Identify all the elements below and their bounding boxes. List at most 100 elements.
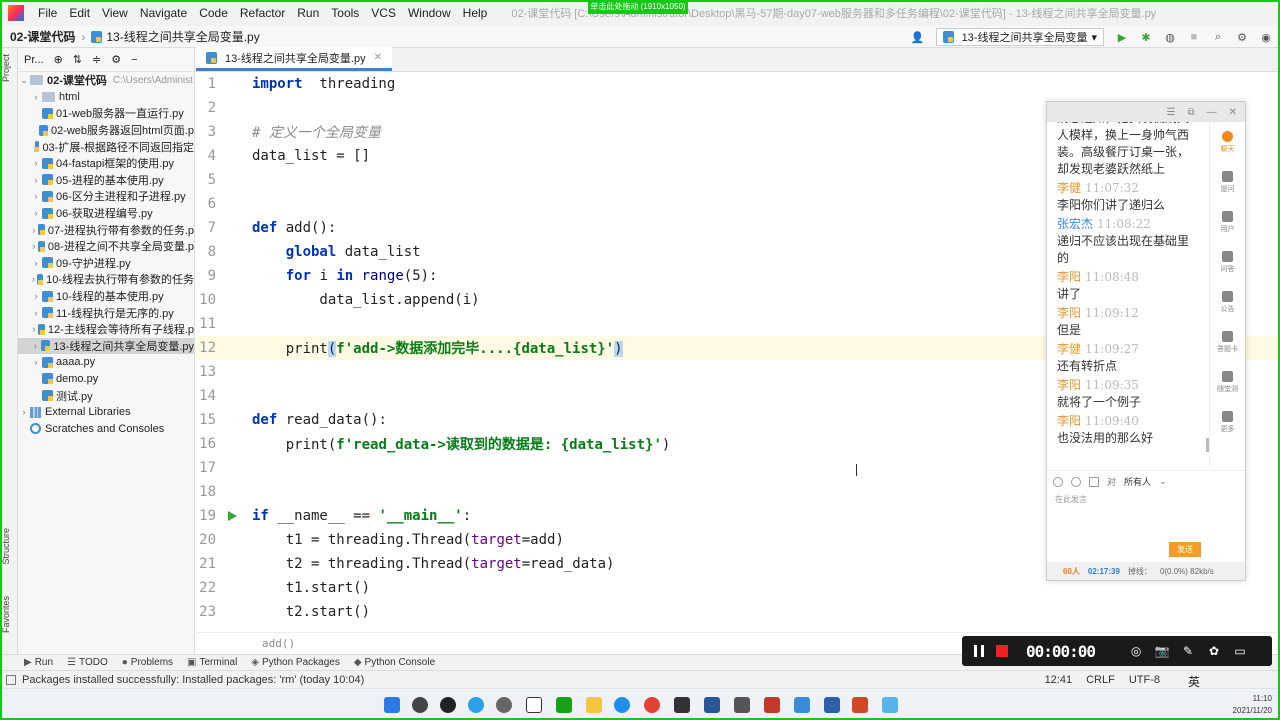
chat-side-tab[interactable]: 提问 (1210, 162, 1245, 202)
gutter-cell[interactable] (216, 240, 252, 264)
tree-file[interactable]: › 11-线程执行是无序的.py (18, 304, 194, 321)
favorites-tool-tab[interactable]: Favorites (1, 596, 11, 633)
comment-icon[interactable] (1071, 476, 1081, 487)
tree-file[interactable]: › 04-fastapi框架的使用.py (18, 155, 194, 172)
tree-file[interactable]: › 09-守护进程.py (18, 255, 194, 272)
tree-file[interactable]: › 12-主线程会等待所有子线程.p (18, 321, 194, 338)
gutter-cell[interactable] (216, 480, 252, 504)
bottom-tool-problems[interactable]: ● Problems (122, 657, 173, 668)
chat-sender[interactable]: 李健 (1057, 342, 1081, 356)
chevron-right-icon[interactable]: › (30, 191, 42, 201)
tree-file[interactable]: › 06-区分主进程和子进程.py (18, 188, 194, 205)
ime-indicator[interactable]: 英 (1188, 673, 1200, 690)
status-square-icon[interactable] (6, 674, 16, 685)
chat-sender[interactable]: 李阳 (1057, 378, 1081, 392)
camera-icon[interactable]: 📷 (1155, 644, 1170, 658)
chat-sender[interactable]: 李阳 (1057, 414, 1081, 428)
recorder-icon[interactable] (764, 697, 780, 713)
line-separator[interactable]: CRLF (1086, 674, 1115, 686)
tree-file[interactable]: › 07-进程执行带有参数的任务.p (18, 221, 194, 238)
status-message[interactable]: Packages installed successfully: Install… (22, 674, 364, 686)
minimize-icon[interactable]: — (1207, 107, 1217, 118)
tree-file[interactable]: 03-扩展-根据路径不同返回指定 (18, 138, 194, 155)
collapse-all-icon[interactable]: ⇅ (73, 53, 82, 66)
powerpoint-icon[interactable] (852, 697, 868, 713)
target-icon[interactable]: ⊕ (54, 53, 63, 66)
gutter-cell[interactable] (216, 528, 252, 552)
chat-sender[interactable]: 李健 (1057, 181, 1081, 195)
edge-icon[interactable] (614, 697, 630, 713)
chevron-right-icon[interactable]: › (30, 324, 38, 334)
chevron-right-icon[interactable]: › (30, 208, 42, 218)
bottom-tool-terminal[interactable]: ▣ Terminal (187, 657, 237, 668)
coverage-icon[interactable]: ◍ (1164, 31, 1176, 44)
chat-side-tab[interactable]: 更多 (1210, 402, 1245, 442)
tree-file[interactable]: › 06-获取进程编号.py (18, 205, 194, 222)
chevron-right-icon[interactable]: › (30, 291, 42, 301)
gutter-cell[interactable] (216, 600, 252, 624)
chevron-right-icon[interactable]: › (30, 92, 42, 102)
image-icon[interactable] (1089, 476, 1099, 487)
breadcrumb-project[interactable]: 02-课堂代码 (10, 28, 75, 45)
settings-icon[interactable]: ✿ (1207, 644, 1221, 658)
chat-side-tab[interactable]: 公告 (1210, 282, 1245, 322)
word-icon[interactable] (824, 697, 840, 713)
pen-icon[interactable]: ✎ (1181, 644, 1195, 658)
menu-code[interactable]: Code (193, 6, 234, 20)
run-icon[interactable]: ▶ (1116, 31, 1128, 44)
tree-external-libraries[interactable]: › External Libraries (18, 404, 194, 421)
menu-refactor[interactable]: Refactor (234, 6, 291, 20)
bottom-tool-python-console[interactable]: ◆ Python Console (354, 657, 435, 668)
gutter-cell[interactable] (216, 504, 252, 528)
gutter-cell[interactable] (216, 192, 252, 216)
breadcrumb-file[interactable]: 13-线程之间共享全局变量.py (106, 28, 259, 45)
window-icon[interactable]: ▭ (1233, 644, 1247, 658)
chat-sender[interactable]: 张宏杰 (1057, 217, 1093, 231)
chat-messages[interactable]: 消息通知，把头发梳成大人模样，换上一身帅气西装。高级餐厅订桌一张，却发现老婆跃然… (1047, 122, 1209, 466)
recipient-select[interactable]: 所有人 (1124, 475, 1151, 488)
bottom-tool-run[interactable]: ▶ Run (24, 657, 53, 668)
chevron-right-icon[interactable]: › (30, 241, 38, 251)
file-encoding[interactable]: UTF-8 (1129, 674, 1160, 686)
app-icon[interactable] (496, 697, 512, 713)
chevron-right-icon[interactable]: › (30, 357, 42, 367)
project-view-select[interactable]: Pr... (24, 54, 44, 66)
menu-view[interactable]: View (96, 6, 134, 20)
debug-icon[interactable]: ✱ (1140, 31, 1152, 44)
menu-window[interactable]: Window (402, 6, 457, 20)
menu-edit[interactable]: Edit (63, 6, 96, 20)
tree-file[interactable]: 02-web服务器返回html页面.p (18, 122, 194, 139)
tree-file[interactable]: demo.py (18, 371, 194, 388)
chevron-right-icon[interactable]: › (30, 308, 42, 318)
chevron-right-icon[interactable]: › (18, 407, 30, 417)
gutter-cell[interactable] (216, 312, 252, 336)
tree-file[interactable]: › 08-进程之间不共享全局变量.p (18, 238, 194, 255)
chat-side-tab[interactable]: 随堂测 (1210, 362, 1245, 402)
gutter-cell[interactable] (216, 144, 252, 168)
chevron-right-icon[interactable]: › (30, 158, 42, 168)
app-icon[interactable] (440, 697, 456, 713)
menu-vcs[interactable]: VCS (365, 6, 402, 20)
gutter-cell[interactable] (216, 336, 252, 360)
chevron-right-icon[interactable]: › (30, 258, 42, 268)
chat-input[interactable]: 在此发言 (1055, 494, 1087, 505)
chrome-icon[interactable] (644, 697, 660, 713)
gutter-cell[interactable] (216, 72, 252, 96)
bottom-tool-python-packages[interactable]: ◈ Python Packages (251, 657, 340, 668)
project-tool-tab[interactable]: Project (1, 54, 11, 82)
pause-icon[interactable] (974, 645, 984, 657)
tree-file[interactable]: › 05-进程的基本使用.py (18, 172, 194, 189)
menu-run[interactable]: Run (291, 6, 325, 20)
send-button[interactable]: 发送 (1169, 542, 1201, 557)
system-tray[interactable]: 11:10 2021/11/20 (1233, 693, 1272, 717)
tree-file[interactable]: › aaaa.py (18, 354, 194, 371)
menu-file[interactable]: File (32, 6, 63, 20)
gutter-cell[interactable] (216, 576, 252, 600)
structure-tool-tab[interactable]: Structure (1, 528, 11, 565)
gutter-cell[interactable] (216, 264, 252, 288)
gutter-cell[interactable] (216, 288, 252, 312)
gutter-cell[interactable] (216, 96, 252, 120)
close-icon[interactable]: ✕ (1229, 107, 1237, 118)
run-configuration-select[interactable]: 13-线程之间共享全局变量 ▾ (935, 28, 1104, 46)
hide-icon[interactable]: − (131, 54, 137, 66)
